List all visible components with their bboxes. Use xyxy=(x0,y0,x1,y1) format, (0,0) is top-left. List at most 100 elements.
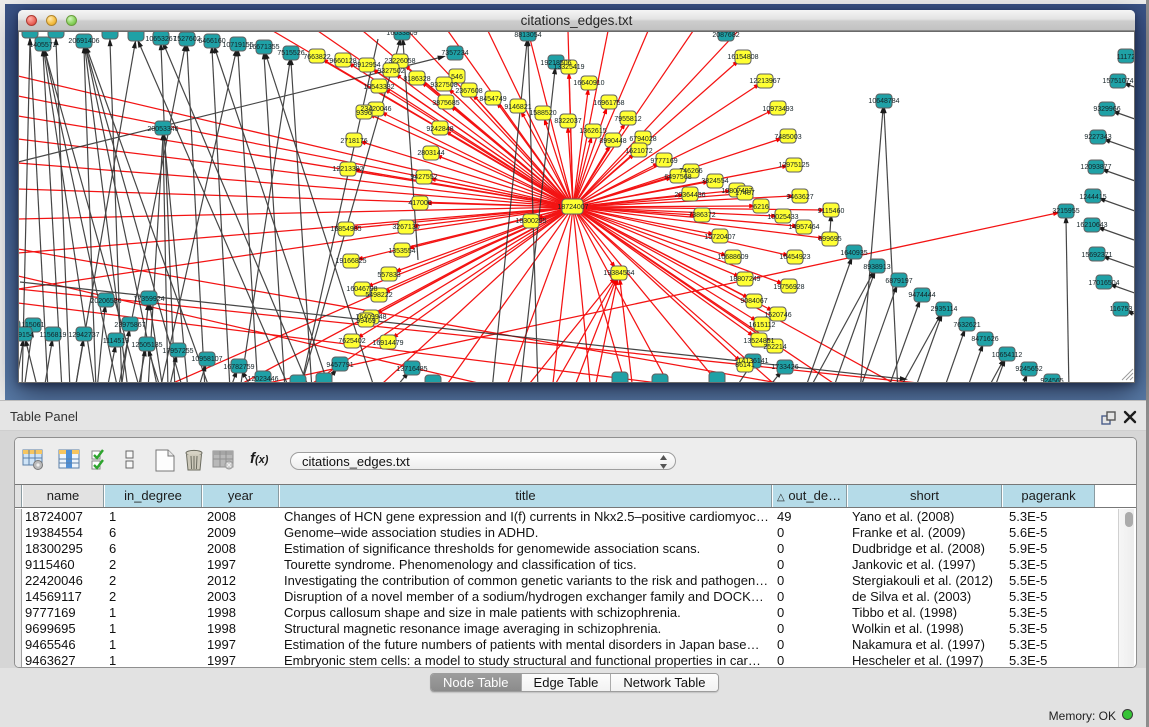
svg-text:1156819: 1156819 xyxy=(40,332,67,339)
svg-text:1733426: 1733426 xyxy=(771,364,798,371)
svg-text:86141: 86141 xyxy=(735,362,755,369)
svg-text:7625402: 7625402 xyxy=(338,338,365,345)
svg-text:2718176: 2718176 xyxy=(340,138,367,145)
svg-text:8471626: 8471626 xyxy=(971,336,998,343)
svg-text:13716485: 13716485 xyxy=(396,366,427,373)
svg-text:18300295: 18300295 xyxy=(515,218,546,225)
svg-text:17957255: 17957255 xyxy=(162,348,193,355)
svg-text:3215955: 3215955 xyxy=(1052,208,1079,215)
svg-text:699695: 699695 xyxy=(818,236,841,243)
svg-text:5498222: 5498222 xyxy=(365,292,392,299)
svg-text:12213382: 12213382 xyxy=(332,166,363,173)
svg-text:1621072: 1621072 xyxy=(625,148,652,155)
svg-text:16671355: 16671355 xyxy=(248,44,279,51)
svg-text:1640935: 1640935 xyxy=(840,250,867,257)
svg-text:7515526: 7515526 xyxy=(277,50,304,57)
svg-text:8813054: 8813054 xyxy=(514,32,541,39)
svg-text:10025433: 10025433 xyxy=(767,214,798,221)
svg-text:10648784: 10648784 xyxy=(868,98,899,105)
svg-text:11172: 11172 xyxy=(1117,54,1135,61)
svg-text:23226058: 23226058 xyxy=(384,58,415,65)
svg-text:7663822: 7663822 xyxy=(303,54,330,61)
svg-text:9084067: 9084067 xyxy=(740,298,767,305)
svg-text:9327508: 9327508 xyxy=(430,82,457,89)
svg-text:16640910: 16640910 xyxy=(573,80,604,87)
svg-text:3824554: 3824554 xyxy=(701,178,728,185)
svg-text:1353554: 1353554 xyxy=(388,248,415,255)
svg-text:17016504: 17016504 xyxy=(1088,280,1119,287)
svg-text:7386372: 7386372 xyxy=(688,212,715,219)
svg-text:9427552: 9427552 xyxy=(410,174,437,181)
svg-text:10653267: 10653267 xyxy=(145,36,176,43)
svg-text:2935114: 2935114 xyxy=(931,306,958,313)
svg-text:252214: 252214 xyxy=(763,344,786,351)
svg-text:115061: 115061 xyxy=(22,322,45,329)
svg-text:16854985: 16854985 xyxy=(330,226,361,233)
svg-text:20053346: 20053346 xyxy=(147,126,178,133)
svg-text:20691406: 20691406 xyxy=(68,38,99,45)
svg-text:9329966: 9329966 xyxy=(1093,106,1120,113)
svg-text:18807249: 18807249 xyxy=(729,276,760,283)
svg-text:9146821: 9146821 xyxy=(504,104,531,111)
svg-text:10958107: 10958107 xyxy=(191,356,222,363)
svg-text:3267130: 3267130 xyxy=(392,224,419,231)
svg-text:16154808: 16154808 xyxy=(727,54,758,61)
svg-text:12213967: 12213967 xyxy=(749,78,780,85)
svg-text:15751074: 15751074 xyxy=(1102,78,1133,85)
svg-text:6216: 6216 xyxy=(753,204,769,211)
svg-text:12023446: 12023446 xyxy=(247,376,278,383)
svg-text:8454749: 8454749 xyxy=(479,96,506,103)
svg-text:14957464: 14957464 xyxy=(788,224,819,231)
svg-text:20206536: 20206536 xyxy=(90,298,121,305)
svg-text:9474444: 9474444 xyxy=(908,292,935,299)
svg-text:7485003: 7485003 xyxy=(774,134,801,141)
svg-text:7632621: 7632621 xyxy=(953,322,980,329)
svg-text:6879197: 6879197 xyxy=(885,278,912,285)
svg-text:12942737: 12942737 xyxy=(68,332,99,339)
svg-text:16210643: 16210643 xyxy=(1076,222,1107,229)
svg-text:1362615: 1362615 xyxy=(579,128,606,135)
svg-text:1615112: 1615112 xyxy=(749,322,776,329)
svg-text:19384554: 19384554 xyxy=(603,270,634,277)
svg-text:39154: 39154 xyxy=(18,332,34,339)
svg-text:116753: 116753 xyxy=(1110,306,1133,313)
svg-text:19756928: 19756928 xyxy=(773,284,804,291)
svg-text:10543382: 10543382 xyxy=(363,84,394,91)
svg-text:1244415: 1244415 xyxy=(1079,194,1106,201)
svg-text:557833: 557833 xyxy=(377,272,400,279)
svg-text:16961758: 16961758 xyxy=(593,100,624,107)
svg-text:9777169: 9777169 xyxy=(650,158,677,165)
svg-text:1588520: 1588520 xyxy=(529,110,556,117)
svg-text:20364436: 20364436 xyxy=(674,192,705,199)
svg-text:2087682: 2087682 xyxy=(712,32,739,39)
svg-text:2367608: 2367608 xyxy=(455,88,482,95)
svg-text:546: 546 xyxy=(451,74,463,81)
svg-text:16782759: 16782759 xyxy=(223,364,254,371)
svg-text:1527602: 1527602 xyxy=(173,36,200,43)
svg-text:3875685: 3875685 xyxy=(432,100,459,107)
svg-text:12093877: 12093877 xyxy=(1080,164,1111,171)
svg-text:13325419: 13325419 xyxy=(553,64,584,71)
svg-text:17487: 17487 xyxy=(735,190,755,197)
svg-text:9396: 9396 xyxy=(356,110,372,117)
svg-text:23975867: 23975867 xyxy=(114,322,145,329)
svg-text:7357234: 7357234 xyxy=(441,50,468,57)
svg-text:9463627: 9463627 xyxy=(786,194,813,201)
svg-text:9227343: 9227343 xyxy=(1084,134,1111,141)
svg-text:1520746: 1520746 xyxy=(764,312,791,319)
svg-text:8186328: 8186328 xyxy=(403,76,430,83)
svg-text:7955812: 7955812 xyxy=(614,116,641,123)
svg-text:9327502: 9327502 xyxy=(377,68,404,75)
svg-text:17359924: 17359924 xyxy=(133,296,164,303)
svg-text:8322037: 8322037 xyxy=(554,118,581,125)
svg-text:8990448: 8990448 xyxy=(599,138,626,145)
svg-text:16454923: 16454923 xyxy=(779,254,810,261)
svg-text:15720407: 15720407 xyxy=(704,234,735,241)
svg-text:9245652: 9245652 xyxy=(1015,366,1042,373)
svg-text:6497568: 6497568 xyxy=(664,174,691,181)
svg-text:9115460: 9115460 xyxy=(818,208,845,215)
svg-text:12505135: 12505135 xyxy=(131,342,162,349)
svg-text:10688609: 10688609 xyxy=(717,254,748,261)
svg-text:417006: 417006 xyxy=(408,200,431,207)
svg-text:15692371: 15692371 xyxy=(1081,252,1112,259)
